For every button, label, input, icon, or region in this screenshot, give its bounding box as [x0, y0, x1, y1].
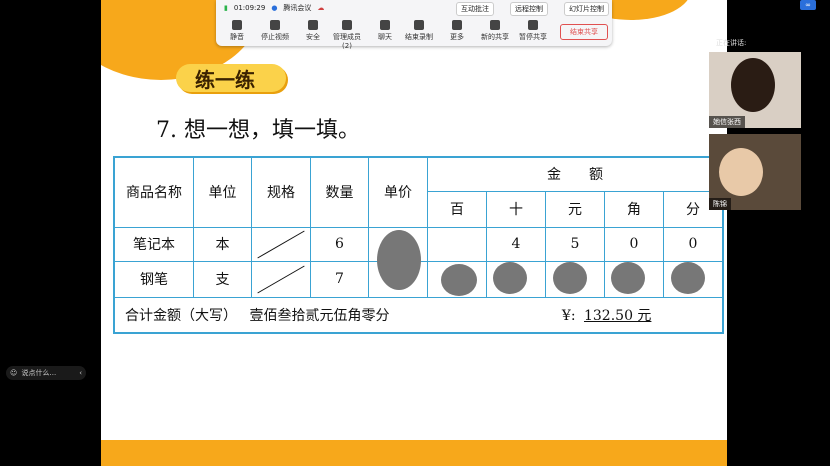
mute-label: 静音 [230, 33, 244, 41]
participant-video[interactable]: 她信张西 [709, 52, 801, 128]
header-product: 商品名称 [113, 156, 194, 228]
new-share-button[interactable]: 新的共享 [478, 20, 512, 42]
participant-name: 陈锦 [709, 198, 731, 210]
more-icon [452, 20, 462, 30]
sum-row: 合计金额（大写） 壹佰叁拾贰元伍角零分 ¥: 132.50 元 [113, 296, 724, 334]
chat-placeholder: 说点什么... [21, 369, 57, 377]
product-qty: 7 [310, 260, 369, 298]
info-icon: ● [271, 4, 278, 12]
pause-share-label: 暂停共享 [519, 33, 547, 41]
sum-currency: ¥: [561, 307, 576, 324]
receipt-table: 商品名称 单位 规格 数量 单价 金 额 百 十 元 角 分 笔记本 本 6 4… [113, 156, 724, 334]
spec-slash [251, 226, 311, 262]
pause-icon [528, 20, 538, 30]
sum-amount: 132.50 元 [583, 307, 652, 324]
new-share-label: 新的共享 [481, 33, 509, 41]
app-name: 腾讯会议 [283, 4, 312, 12]
stop-recording-button[interactable]: 结束录制 [402, 20, 436, 42]
mute-button[interactable]: 静音 [220, 20, 254, 42]
users-icon [342, 20, 352, 30]
speaking-label: 正在讲话: [716, 39, 747, 47]
money-cell: 4 [486, 226, 546, 262]
product-name: 笔记本 [113, 226, 194, 262]
app-logo-icon: ∞ [800, 0, 816, 10]
money-cell: 5 [545, 226, 605, 262]
meeting-status: ▮ 01:09:29 ● 腾讯会议 ☁ [224, 3, 324, 13]
header-qty: 数量 [310, 156, 369, 228]
security-label: 安全 [306, 33, 320, 41]
cloud-icon: ☁ [317, 4, 325, 12]
chat-button[interactable]: 聊天 [368, 20, 402, 42]
manage-members-button[interactable]: 管理成员(2) [330, 20, 364, 50]
security-button[interactable]: 安全 [296, 20, 330, 42]
remote-control-button[interactable]: 远程控制 [510, 2, 548, 16]
product-name: 钢笔 [113, 260, 194, 298]
ink-blot [377, 230, 421, 290]
product-qty: 6 [310, 226, 369, 262]
participant-avatar [731, 58, 775, 112]
ink-blot [441, 264, 477, 296]
participant-name: 她信张西 [709, 116, 745, 128]
sum-cell: 合计金额（大写） 壹佰叁拾贰元伍角零分 ¥: 132.50 元 [113, 296, 724, 334]
participant-video[interactable]: 陈锦 [709, 134, 801, 210]
share-icon [490, 20, 500, 30]
stop-video-button[interactable]: 停止视频 [258, 20, 292, 42]
money-cell [427, 226, 487, 262]
annotation-button[interactable]: 互动批注 [456, 2, 494, 16]
ink-blot [671, 262, 705, 294]
shield-icon [308, 20, 318, 30]
money-cell: 0 [604, 226, 664, 262]
mic-icon [232, 20, 242, 30]
sum-label: 合计金额（大写） [125, 307, 237, 324]
exercise-badge-text: 练一练 [195, 68, 255, 92]
unit-hundreds: 百 [427, 190, 487, 228]
pause-share-button[interactable]: 暂停共享 [516, 20, 550, 42]
signal-icon: ▮ [224, 4, 228, 12]
ink-blot [611, 262, 645, 294]
stop-recording-label: 结束录制 [405, 33, 433, 41]
more-button[interactable]: 更多 [440, 20, 474, 42]
manage-members-label: 管理成员(2) [333, 33, 361, 50]
unit-jiao: 角 [604, 190, 664, 228]
ink-blot [493, 262, 527, 294]
presentation-slide: 练一练 7. 想一想，填一填。 商品名称 单位 规格 数量 单价 金 额 百 十… [101, 0, 727, 466]
slide-control-button[interactable]: 幻灯片控制 [564, 2, 609, 16]
end-share-button[interactable]: 结束共享 [560, 24, 608, 40]
spec-slash [251, 260, 311, 298]
money-cell: 0 [663, 226, 724, 262]
participant-avatar [719, 148, 763, 196]
meeting-toolbar: ▮ 01:09:29 ● 腾讯会议 ☁ 互动批注 远程控制 幻灯片控制 静音 停… [216, 0, 612, 50]
more-label: 更多 [450, 33, 464, 41]
collapse-icon[interactable]: ‹ [79, 366, 82, 380]
chat-input[interactable]: ☺ 说点什么... ‹ [6, 366, 86, 380]
header-price: 单价 [368, 156, 428, 228]
question-text: 7. 想一想，填一填。 [156, 118, 360, 143]
record-icon [414, 20, 424, 30]
chat-icon [380, 20, 390, 30]
header-spec: 规格 [251, 156, 311, 228]
header-amount: 金 额 [427, 156, 724, 192]
unit-tens: 十 [486, 190, 546, 228]
product-unit: 支 [193, 260, 252, 298]
emoji-icon: ☺ [10, 369, 18, 377]
product-unit: 本 [193, 226, 252, 262]
chat-label: 聊天 [378, 33, 392, 41]
slide-bottom-bar [101, 440, 727, 466]
unit-yuan: 元 [545, 190, 605, 228]
header-unit: 单位 [193, 156, 252, 228]
ink-blot [553, 262, 587, 294]
sum-text: 壹佰叁拾贰元伍角零分 [249, 307, 390, 324]
meeting-timer: 01:09:29 [233, 4, 266, 12]
stop-video-label: 停止视频 [261, 33, 289, 41]
camera-icon [270, 20, 280, 30]
